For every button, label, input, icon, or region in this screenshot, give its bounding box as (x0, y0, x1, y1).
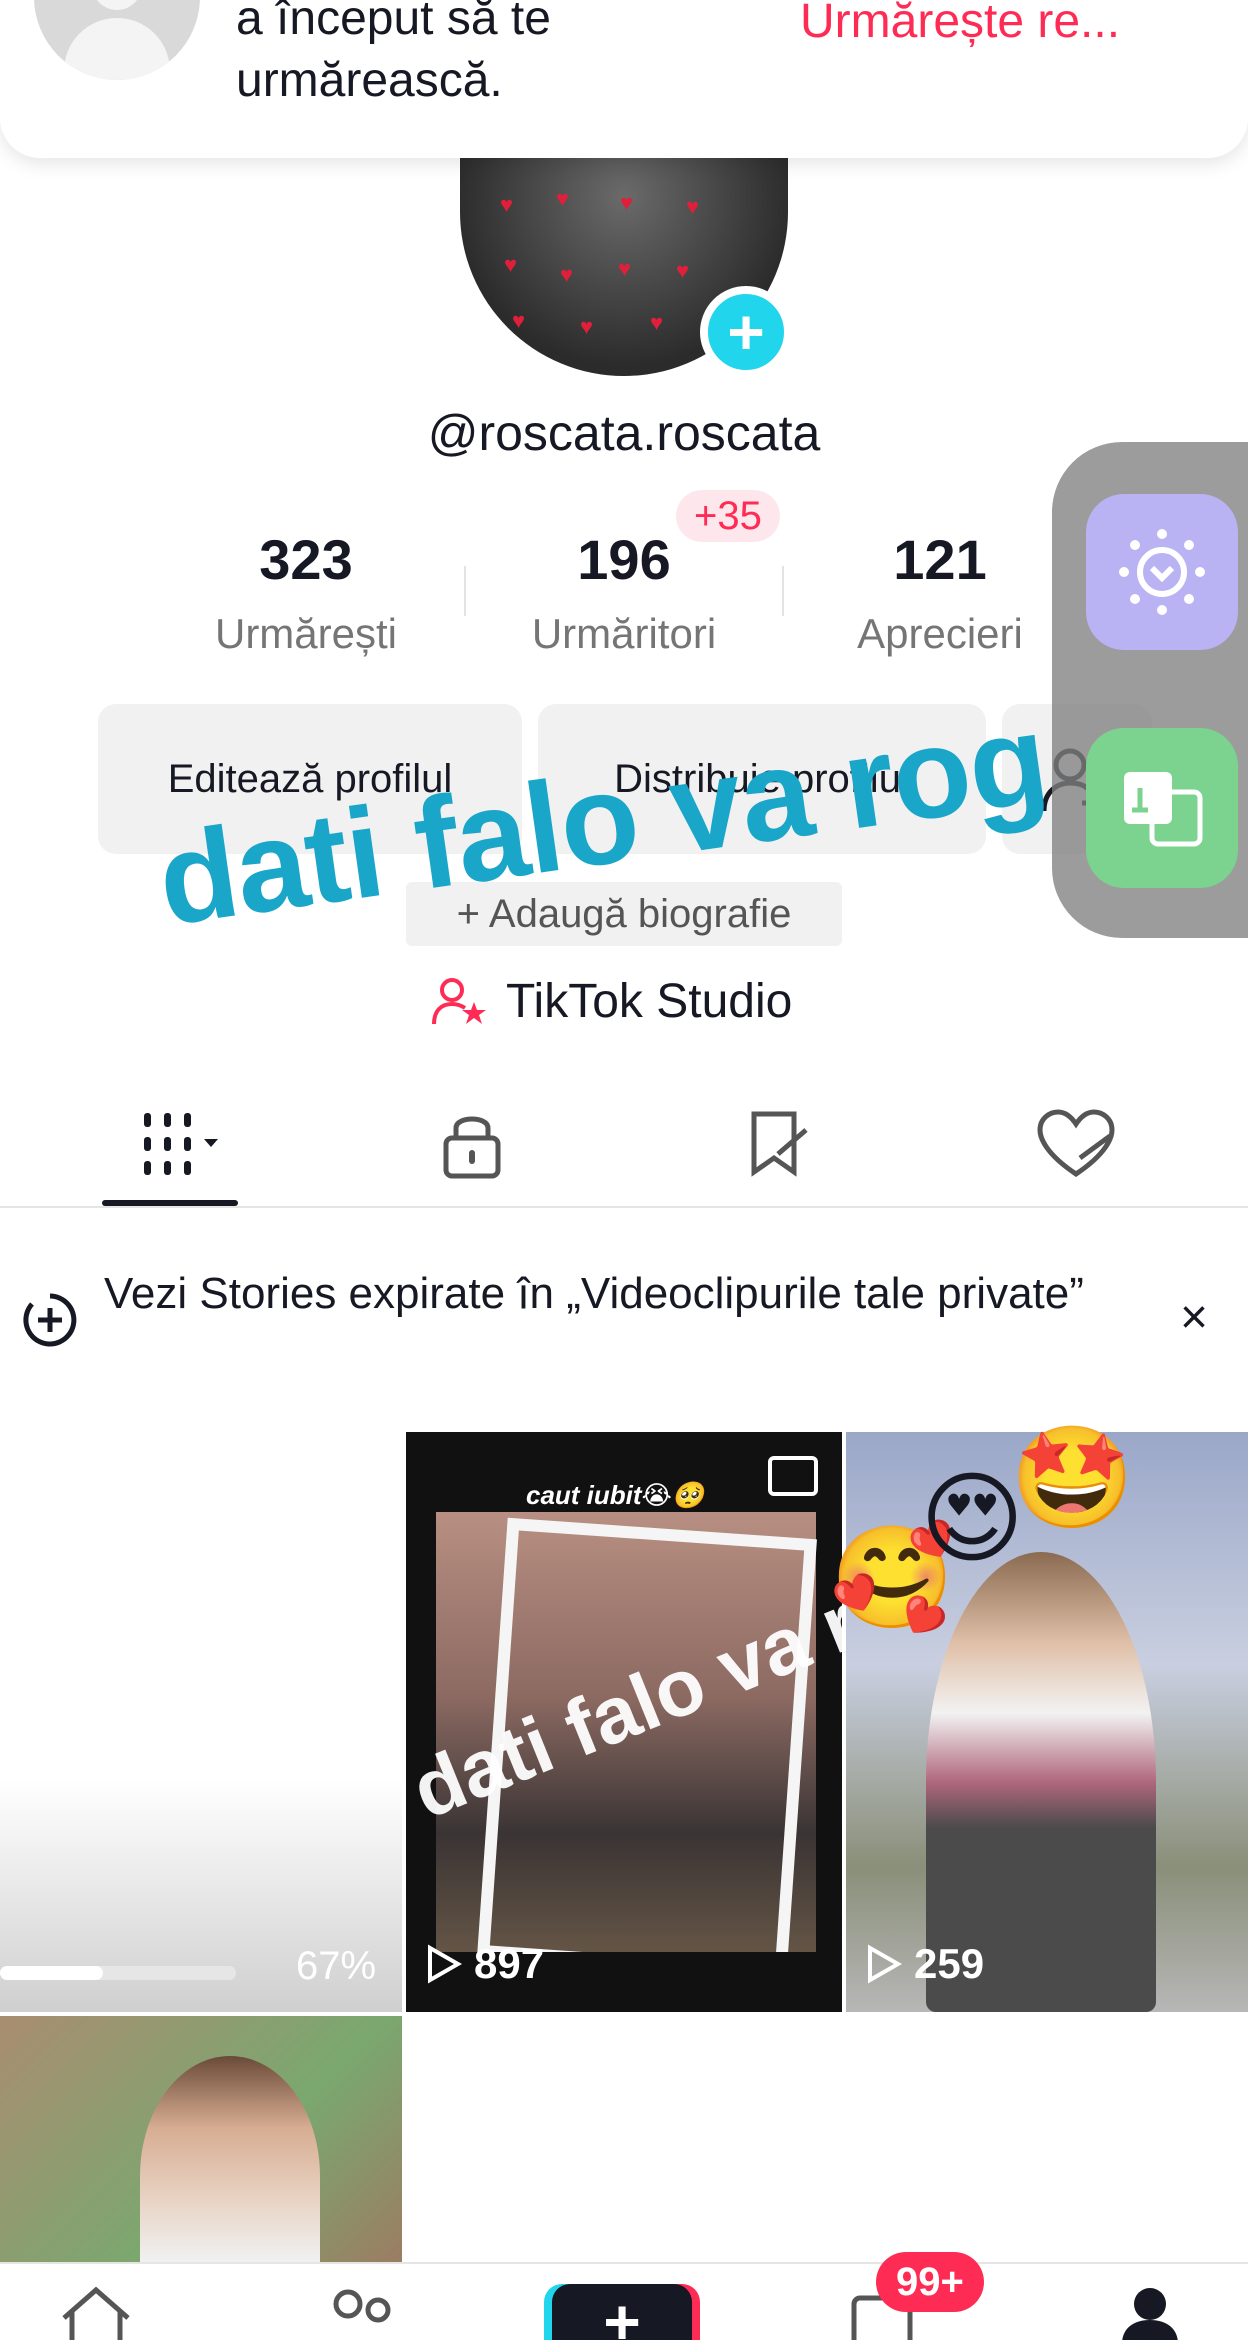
profile-icon (1122, 2288, 1178, 2340)
video-thumbnail (140, 2056, 320, 2266)
following-count: 323 (259, 528, 353, 591)
follow-notification[interactable]: a început să te urmărească. Urmărește re… (0, 0, 1248, 158)
translate-icon (1124, 772, 1203, 847)
lock-icon (443, 1116, 501, 1179)
video-tile[interactable] (0, 2016, 402, 2266)
active-tab-indicator (102, 1200, 238, 1206)
create-button[interactable]: + (552, 2284, 692, 2340)
follow-back-button[interactable]: Urmărește re... (800, 0, 1120, 49)
play-icon (868, 1944, 902, 1984)
photo-post-icon (768, 1456, 818, 1496)
friends-icon (333, 2289, 391, 2323)
edge-panel-translate-button[interactable] (1086, 728, 1238, 888)
video-caption: caut iubit😭🥺 (526, 1480, 705, 1510)
nav-profile[interactable] (1110, 2284, 1190, 2340)
stat-likes[interactable]: 121 Aprecieri (810, 528, 1070, 658)
stat-divider (464, 566, 466, 616)
tab-saved[interactable] (718, 1104, 838, 1184)
notification-avatar (34, 0, 200, 80)
video-tile[interactable]: caut iubit😭🥺 dati falo va rog 897 (406, 1432, 842, 2012)
following-label: Urmărești (214, 610, 397, 657)
video-views: 897 (426, 1940, 544, 1988)
play-icon (428, 1944, 462, 1984)
inbox-badge: 99+ (876, 2252, 984, 2312)
tab-liked[interactable] (1016, 1104, 1136, 1184)
profile-username: @roscata.roscata (427, 405, 821, 461)
upload-progress-fill (0, 1966, 103, 1980)
followers-label: Urmăritori (531, 610, 717, 657)
story-add-icon (23, 1293, 77, 1347)
grid-menu-icon (144, 1113, 218, 1175)
edge-panel-download-button[interactable] (1086, 494, 1238, 650)
studio-label: TikTok Studio (506, 975, 793, 1028)
home-icon (62, 2286, 130, 2340)
notification-text: a început să te urmărească. (236, 0, 551, 107)
add-story-button[interactable]: + (700, 286, 792, 378)
view-count: 259 (914, 1940, 985, 1987)
upload-progress-bar (0, 1966, 236, 1980)
profile-tab-bar (0, 1080, 1248, 1208)
followers-count: 196 (577, 528, 671, 591)
bookmark-icon (751, 1111, 808, 1177)
expired-stories-banner[interactable]: Vezi Stories expirate în „Videoclipurile… (0, 1260, 1248, 1380)
bottom-navigation: + 99+ (0, 2252, 1248, 2340)
heart-icon (1037, 1109, 1115, 1178)
stat-divider (782, 566, 784, 616)
stat-following[interactable]: 323 Urmărești (176, 528, 436, 658)
upload-progress-text: 67% (296, 1944, 377, 1988)
studio-icon (432, 977, 486, 1024)
view-count: 897 (474, 1940, 545, 1987)
uploading-video-tile[interactable]: 67% (0, 1432, 402, 2012)
tab-videos[interactable] (110, 1104, 230, 1184)
stat-followers[interactable]: 196 Urmăritori (494, 528, 754, 658)
heart-eyes-emoji: 😍 (920, 1463, 1025, 1575)
stories-banner-text: Vezi Stories expirate în „Videoclipurile… (104, 1269, 1084, 1318)
star-struck-emoji: 🤩 (1010, 1422, 1135, 1534)
tiktok-studio-link[interactable]: TikTok Studio (432, 974, 792, 1029)
nav-friends[interactable] (322, 2284, 402, 2340)
tab-private[interactable] (412, 1104, 532, 1184)
likes-label: Aprecieri (857, 610, 1023, 657)
video-views: 259 (866, 1940, 984, 1988)
likes-count: 121 (893, 528, 987, 591)
download-sun-icon (1119, 529, 1205, 615)
close-icon[interactable]: × (1180, 1290, 1208, 1345)
nav-home[interactable] (56, 2284, 136, 2340)
